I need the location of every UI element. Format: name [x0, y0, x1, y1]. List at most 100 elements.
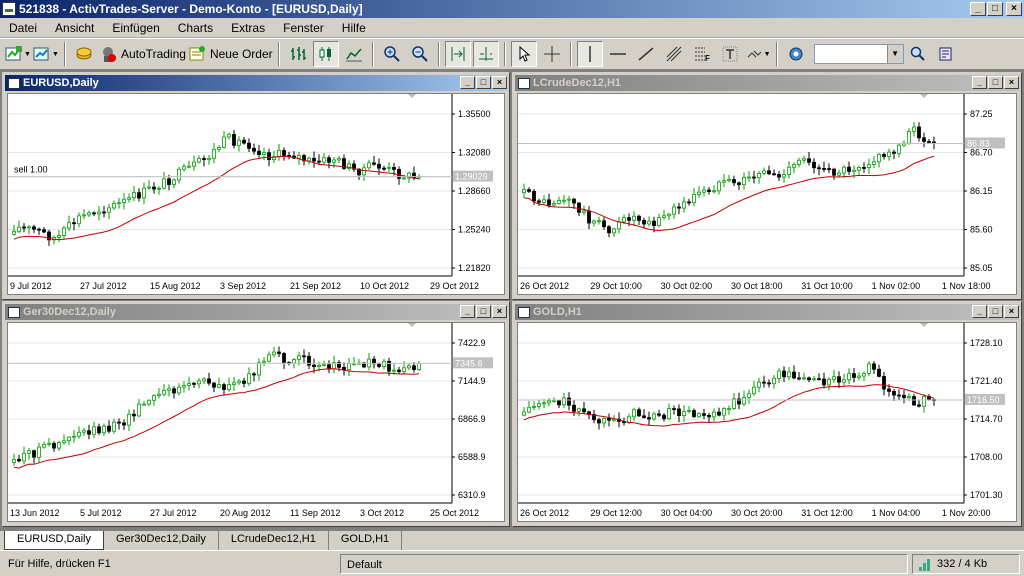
vertical-line-button[interactable]: [576, 41, 603, 67]
chart-window-icon: [8, 306, 20, 318]
horizontal-line-button[interactable]: [605, 41, 631, 67]
candle: [632, 215, 636, 221]
chart-window-titlebar[interactable]: LCrudeDec12,H1 _ □ ×: [515, 75, 1019, 91]
candle: [312, 364, 316, 368]
tab-lcrude[interactable]: LCrudeDec12,H1: [219, 531, 329, 550]
minimize-button[interactable]: _: [972, 305, 987, 318]
candlestick-button[interactable]: [312, 41, 339, 67]
autotrading-label: AutoTrading: [121, 47, 186, 61]
text-tool-button[interactable]: [717, 41, 743, 67]
bar-chart-button[interactable]: [285, 41, 311, 67]
current-price-label: 86.83: [967, 139, 990, 149]
zoom-out-button[interactable]: [407, 41, 433, 67]
crosshair-button[interactable]: [539, 41, 565, 67]
candle: [147, 186, 151, 189]
chart-canvas[interactable]: 7422.9 7144.9 6866.9 6588.9 6310.9 13 Jun 201…: [8, 323, 504, 521]
candle: [167, 388, 171, 391]
chart-window-titlebar[interactable]: EURUSD,Daily _ □ ×: [5, 75, 507, 91]
chart-window-eurusd[interactable]: EURUSD,Daily _ □ × 1.35500 1.32080 1.28660…: [2, 72, 510, 300]
price-chart[interactable]: 1728.10 1721.40 1714.70 1708.00 1701.30 26 Oc…: [517, 322, 1017, 522]
x-tick-label: 1 Nov 20:00: [942, 508, 991, 518]
chart-window-gold[interactable]: GOLD,H1 _ □ × 1728.10 1721.40 1714.70 1708.…: [512, 301, 1022, 527]
minimize-button[interactable]: _: [970, 2, 986, 16]
menu-charts[interactable]: Charts: [169, 18, 222, 38]
fibonacci-icon: F: [694, 47, 710, 63]
status-connection[interactable]: 332 / 4 Kb: [912, 554, 1020, 574]
maximize-button[interactable]: □: [476, 305, 491, 318]
cursor-tool-button[interactable]: [510, 41, 537, 67]
candle: [837, 376, 841, 383]
menu-ansicht[interactable]: Ansicht: [46, 18, 103, 38]
candle: [522, 411, 526, 416]
trendline-button[interactable]: [633, 41, 659, 67]
tab-gold[interactable]: GOLD,H1: [329, 531, 403, 550]
candle: [902, 394, 906, 399]
profiles-button[interactable]: ▼: [33, 41, 59, 67]
minimize-button[interactable]: _: [460, 76, 475, 89]
market-watch-button[interactable]: [71, 41, 97, 67]
close-button[interactable]: ×: [1004, 76, 1019, 89]
chart-canvas[interactable]: 1.35500 1.32080 1.28660 1.25240 1.21820 9 Jul…: [8, 94, 504, 294]
close-button[interactable]: ×: [492, 76, 507, 89]
auto-scroll-button[interactable]: [444, 41, 471, 67]
chart-window-titlebar[interactable]: Ger30Dec12,Daily _ □ ×: [5, 304, 507, 320]
chevron-down-icon[interactable]: ▼: [886, 45, 903, 63]
timeframe-combo[interactable]: ▼: [813, 44, 904, 64]
tab-eurusd[interactable]: EURUSD,Daily: [4, 531, 104, 550]
candle: [397, 369, 401, 372]
candle: [862, 373, 866, 377]
candle: [867, 164, 871, 168]
candle: [717, 181, 721, 192]
x-tick-label: 1 Nov 04:00: [872, 508, 921, 518]
line-chart-button[interactable]: [341, 41, 367, 67]
candle: [842, 166, 846, 174]
new-chart-button[interactable]: ▼: [5, 41, 31, 67]
x-tick-label: 3 Sep 2012: [220, 281, 266, 291]
candle: [237, 380, 241, 384]
chart-canvas[interactable]: 1728.10 1721.40 1714.70 1708.00 1701.30 26 Oc…: [518, 323, 1016, 521]
menu-fenster[interactable]: Fenster: [274, 18, 333, 38]
arrows-button[interactable]: ▼: [745, 41, 771, 67]
price-chart[interactable]: 7422.9 7144.9 6866.9 6588.9 6310.9 13 Jun 201…: [7, 322, 505, 522]
candle: [637, 215, 641, 221]
new-order-button[interactable]: Neue Order: [188, 41, 273, 67]
chart-window-lcrude[interactable]: LCrudeDec12,H1 _ □ × 87.25 86.70 86.15 85.6…: [512, 72, 1022, 300]
menu-einfuegen[interactable]: Einfügen: [103, 18, 168, 38]
minimize-button[interactable]: _: [972, 76, 987, 89]
tab-ger30[interactable]: Ger30Dec12,Daily: [104, 531, 219, 550]
fibonacci-button[interactable]: F: [689, 41, 715, 67]
chart-shift-button[interactable]: [472, 41, 499, 67]
menu-hilfe[interactable]: Hilfe: [333, 18, 375, 38]
candle: [607, 418, 611, 421]
autotrading-button[interactable]: AutoTrading: [99, 41, 186, 67]
price-chart[interactable]: 1.35500 1.32080 1.28660 1.25240 1.21820 9 Jul…: [7, 93, 505, 295]
menu-datei[interactable]: Datei: [0, 18, 46, 38]
minimize-button[interactable]: _: [460, 305, 475, 318]
maximize-button[interactable]: □: [987, 2, 1003, 16]
price-chart[interactable]: 87.25 86.70 86.15 85.60 85.05 26 Oct 2012 29 O…: [517, 93, 1017, 295]
current-price-label: 7345.6: [455, 358, 483, 368]
close-button[interactable]: ×: [492, 305, 507, 318]
y-tick-label: 6866.9: [458, 414, 486, 424]
periods-button[interactable]: [783, 41, 809, 67]
chart-window-titlebar[interactable]: GOLD,H1 _ □ ×: [515, 304, 1019, 320]
zoom-in-button[interactable]: [379, 41, 405, 67]
candle: [647, 220, 651, 225]
library-button[interactable]: [933, 41, 959, 67]
candle: [857, 167, 861, 171]
candle: [252, 147, 256, 152]
close-button[interactable]: ×: [1004, 305, 1019, 318]
candle: [772, 377, 776, 385]
candle: [32, 226, 36, 230]
channel-button[interactable]: [661, 41, 687, 67]
close-button[interactable]: ×: [1006, 2, 1022, 16]
candle: [22, 226, 26, 229]
menu-extras[interactable]: Extras: [222, 18, 274, 38]
maximize-button[interactable]: □: [476, 76, 491, 89]
maximize-button[interactable]: □: [988, 305, 1003, 318]
chart-window-ger30[interactable]: Ger30Dec12,Daily _ □ × 7422.9 7144.9 6866.…: [2, 301, 510, 527]
search-button[interactable]: [905, 41, 931, 67]
maximize-button[interactable]: □: [988, 76, 1003, 89]
chart-canvas[interactable]: 87.25 86.70 86.15 85.60 85.05 26 Oct 2012 29 O…: [518, 94, 1016, 294]
candle: [207, 378, 211, 384]
